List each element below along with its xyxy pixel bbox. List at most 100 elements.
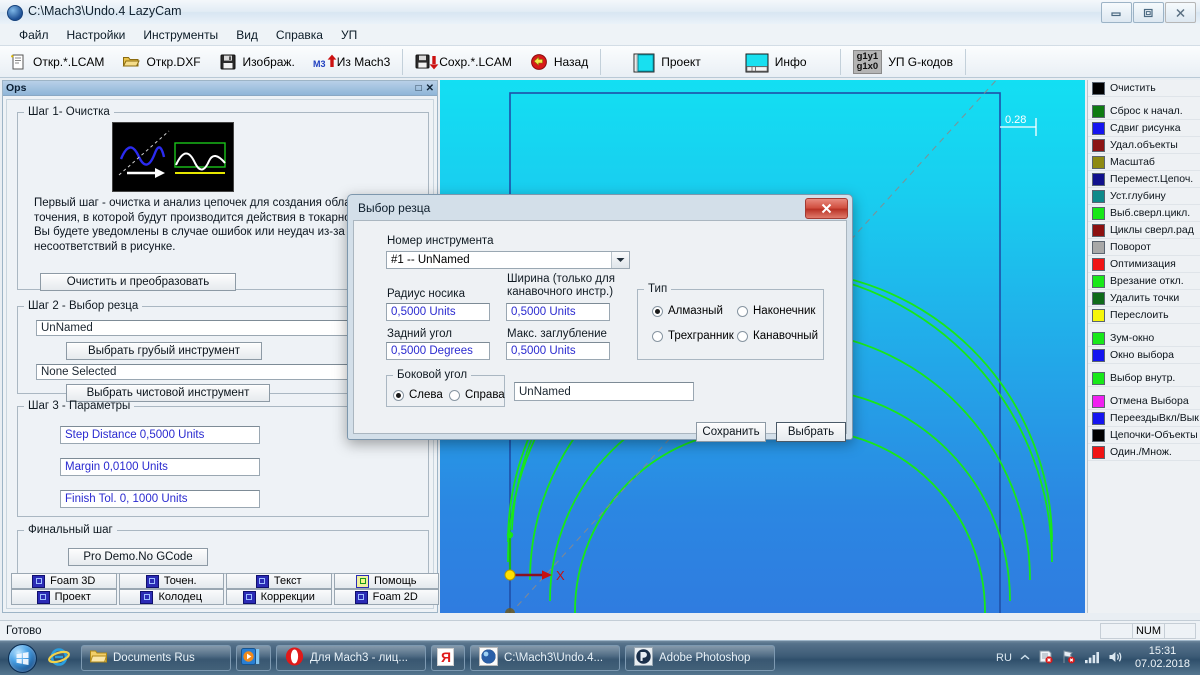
flag-icon[interactable] [1061,649,1076,667]
tab-foam-2d[interactable]: Foam 2D [333,589,439,605]
tab-project[interactable]: Проект [11,589,117,605]
sidebar-item-optimize[interactable]: Оптимизация [1088,256,1200,273]
toolbar-open-dxf-button[interactable]: Откр.DXF [113,47,209,77]
maximize-button[interactable] [1133,2,1164,23]
start-button[interactable] [2,643,42,673]
tool-name-field[interactable]: UnNamed [514,382,694,401]
taskbar-item-lazycam[interactable]: C:\Mach3\Undo.4... [470,645,620,671]
sidebar-item-reset-origin[interactable]: Сброс к начал. [1088,103,1200,120]
gcode-icon: g1y1 g1x0 [852,49,883,74]
sidebar-item-set-depth[interactable]: Уст.глубину [1088,188,1200,205]
menu-view[interactable]: Вид [227,26,267,44]
color-swatch-icon [1092,445,1105,459]
sidebar-item-label: Отмена Выбора [1110,395,1189,407]
sidebar-item-plunge-off[interactable]: Врезание откл. [1088,273,1200,290]
max-depth-field[interactable]: 0,5000 Units [506,342,610,360]
toolbar-image-button[interactable]: Изображ. [210,47,304,77]
minimize-button[interactable] [1101,2,1132,23]
sidebar-item-zoom-window[interactable]: Зум-окно [1088,330,1200,347]
sidebar-item-rotate[interactable]: Поворот [1088,239,1200,256]
sidebar-item-select-drill-cycle[interactable]: Выб.сверл.цикл. [1088,205,1200,222]
toolbar-from-mach3-button[interactable]: M3 Из Mach3 [304,47,399,77]
from-mach3-icon: M3 [313,53,337,71]
network-icon[interactable] [1084,650,1100,667]
ops-restore-button[interactable]: □ [416,83,422,94]
tab-text[interactable]: Текст [226,573,332,589]
tray-language-indicator[interactable]: RU [996,652,1012,664]
save-button[interactable]: Сохранить [696,422,766,442]
sidebar-item-label: Один./Множ. [1110,446,1172,458]
chevron-down-icon[interactable] [611,252,629,268]
menu-settings[interactable]: Настройки [58,26,135,44]
tab-help[interactable]: Помощь [333,573,439,589]
sidebar-item-label: Окно выбора [1110,349,1174,361]
sidebar-item-scale[interactable]: Масштаб [1088,154,1200,171]
toolbar-project-button[interactable]: Проект [624,47,710,77]
sidebar-item-selection-window[interactable]: Окно выбора [1088,347,1200,364]
close-button[interactable] [1165,2,1196,23]
pro-demo-button[interactable]: Pro Demo.No GCode [68,548,208,566]
clean-and-convert-button[interactable]: Очистить и преобразовать [40,273,236,291]
taskbar-clock[interactable]: 15:31 07.02.2018 [1131,645,1194,671]
taskbar-item-documents[interactable]: Documents Rus [81,645,231,671]
menu-help[interactable]: Справка [267,26,332,44]
side-angle-label: Слева [409,389,443,401]
tab-offsets[interactable]: Коррекции [226,589,332,605]
sidebar-item-move-chains[interactable]: Перемест.Цепоч. [1088,171,1200,188]
sidebar-item-radial-drill-cycles[interactable]: Циклы сверл.рад [1088,222,1200,239]
type-option-trigon[interactable]: Трехгранник [652,330,734,342]
sidebar-item-delete-objects[interactable]: Удал.объекты [1088,137,1200,154]
sidebar-item-rapids-toggle[interactable]: ПереездыВкл/Вык [1088,410,1200,427]
taskbar-item-yandex[interactable]: Я [431,645,465,671]
select-button[interactable]: Выбрать [776,422,846,442]
sidebar-item-single-multi[interactable]: Один./Множ. [1088,444,1200,461]
sidebar-item-deselect[interactable]: Отмена Выбора [1088,393,1200,410]
security-icon[interactable] [1038,649,1053,667]
chevron-up-icon[interactable] [1020,652,1030,664]
side-angle-left[interactable]: Слева [393,389,443,401]
tool-number-combo[interactable]: #1 -- UnNamed [386,251,630,269]
rough-tool-value[interactable]: UnNamed [36,320,396,336]
menu-file[interactable]: Файл [10,26,58,44]
toolbar-info-button[interactable]: Инфо [736,47,816,77]
sidebar-item-clear[interactable]: Очистить [1088,80,1200,97]
quicklaunch-ie-button[interactable] [42,643,76,673]
type-option-tip[interactable]: Наконечник [737,305,815,317]
dialog-close-button[interactable] [805,198,848,219]
ops-close-button[interactable]: ✕ [426,83,434,94]
side-angle-right[interactable]: Справа [449,389,505,401]
type-option-diamond[interactable]: Алмазный [652,305,723,317]
sidebar-item-shift-drawing[interactable]: Сдвиг рисунка [1088,120,1200,137]
back-angle-field[interactable]: 0,5000 Degrees [386,342,490,360]
menu-tools[interactable]: Инструменты [134,26,227,44]
tab-turning[interactable]: Точен. [118,573,224,589]
nose-radius-field[interactable]: 0,5000 Units [386,303,490,321]
taskbar-item-media-player[interactable] [236,645,271,671]
finish-tolerance-field[interactable]: Finish Tol. 0, 1000 Units [60,490,260,508]
volume-icon[interactable] [1108,650,1123,667]
toolbar-save-lcam-button[interactable]: Сохр.*.LCAM [406,47,521,77]
color-swatch-icon [1092,257,1105,271]
taskbar-item-photoshop[interactable]: Adobe Photoshop [625,645,775,671]
margin-field[interactable]: Margin 0,0100 Units [60,458,260,476]
sidebar-item-delete-points[interactable]: Удалить точки [1088,290,1200,307]
width-field[interactable]: 0,5000 Units [506,303,610,321]
taskbar-item-opera[interactable]: Для Mach3 - лиц... [276,645,426,671]
dialog-titlebar: Выбор резца [351,198,849,220]
sidebar-item-relayer[interactable]: Переслоить [1088,307,1200,324]
toolbar-back-button[interactable]: Назад [521,47,597,77]
finish-tool-value[interactable]: None Selected [36,364,396,380]
taskbar-item-label: Documents Rus [113,652,195,664]
type-option-grooving[interactable]: Канавочный [737,330,818,342]
step-distance-field[interactable]: Step Distance 0,5000 Units [60,426,260,444]
sidebar-item-label: Масштаб [1110,156,1155,168]
toolbar-open-lcam-button[interactable]: Откр.*.LCAM [0,47,113,77]
select-rough-tool-button[interactable]: Выбрать грубый инструмент [66,342,262,360]
menu-up[interactable]: УП [332,26,366,44]
sidebar-item-select-inner[interactable]: Выбор внутр. [1088,370,1200,387]
yandex-icon: Я [436,647,454,669]
sidebar-item-chains-objects[interactable]: Цепочки-Объекты [1088,427,1200,444]
toolbar-gcode-button[interactable]: g1y1 g1x0 УП G-кодов [844,47,962,77]
tab-pocket[interactable]: Колодец [118,589,224,605]
tab-foam-3d[interactable]: Foam 3D [11,573,117,589]
